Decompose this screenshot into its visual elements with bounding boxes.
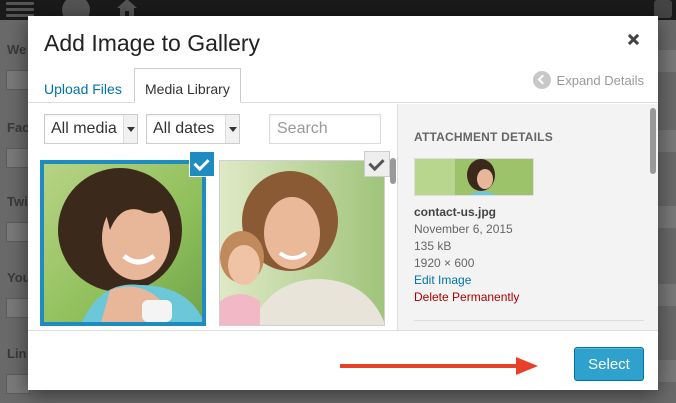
attachment-details-heading: Attachment Details [414, 130, 553, 144]
background-label: Lin [7, 346, 27, 361]
divider [414, 320, 644, 321]
edit-image-link[interactable]: Edit Image [414, 272, 519, 289]
background-label: We [7, 42, 27, 57]
modal-title: Add Image to Gallery [44, 30, 261, 56]
scrollbar[interactable] [650, 108, 656, 174]
background-field [6, 148, 30, 168]
background-field [6, 298, 30, 318]
selected-checkmark-icon[interactable] [190, 152, 214, 176]
attachments-grid [28, 104, 396, 330]
attachment-filename: contact-us.jpg [414, 205, 497, 219]
attachment-meta: contact-us.jpg November 6, 2015 135 kB 1… [414, 204, 519, 306]
background-label: Twi [7, 194, 28, 209]
attachment-size: 135 kB [414, 239, 452, 253]
attachment-details-sidebar: Attachment Details contact-us.jpg Novemb… [397, 104, 658, 330]
attachment-date: November 6, 2015 [414, 222, 513, 236]
media-modal: Add Image to Gallery Upload Files Media … [28, 16, 658, 390]
attachment-thumbnail[interactable] [40, 160, 206, 326]
attachment-preview [414, 158, 534, 196]
expand-details-button[interactable]: Expand Details [532, 71, 644, 89]
attachment-dimensions: 1920 × 600 [414, 256, 475, 270]
menu-icon [6, 2, 34, 17]
chevron-left-icon [532, 71, 551, 89]
close-icon[interactable] [626, 32, 642, 48]
delete-permanently-link[interactable]: Delete Permanently [414, 289, 519, 306]
background-field [6, 70, 30, 90]
background-field [6, 374, 30, 394]
checkmark-icon[interactable] [365, 152, 389, 176]
tab-upload-files[interactable]: Upload Files [34, 76, 132, 104]
background-label: Fac [7, 120, 30, 135]
attachment-thumbnail[interactable] [219, 160, 385, 326]
attachment-image [40, 160, 206, 326]
expand-details-label: Expand Details [556, 72, 644, 88]
attachment-preview-image [415, 159, 533, 195]
background-field [6, 222, 30, 242]
scrollbar[interactable] [390, 158, 396, 184]
select-button[interactable]: Select [574, 347, 644, 381]
modal-tabs: Upload Files Media Library Expand Detail… [28, 68, 658, 103]
annotation-arrow-icon [340, 357, 538, 375]
attachment-image [220, 161, 384, 325]
tab-media-library[interactable]: Media Library [134, 68, 241, 103]
